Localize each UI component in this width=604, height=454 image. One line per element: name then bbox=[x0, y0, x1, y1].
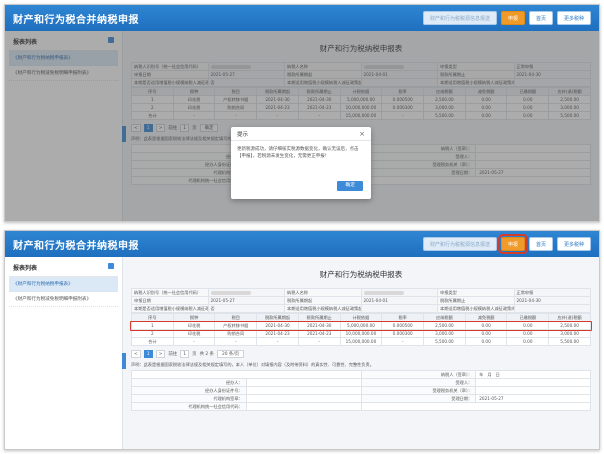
sidebar-title: 报表列表 bbox=[9, 263, 118, 277]
page-size-select[interactable]: 20 条/页 bbox=[216, 350, 245, 358]
table-row[interactable]: 2 印花税 购销合同 2021-04-23 2021-04-23 10,000,000.0… bbox=[131, 329, 591, 338]
form-area: 财产和行为税纳税申报表 纳税人识别号（统一社会信用代码） 纳税人名称 申报类型正… bbox=[123, 257, 599, 449]
more-tax-button[interactable]: 更多税种 bbox=[556, 11, 591, 25]
goto-page-input[interactable]: 1 bbox=[180, 350, 190, 358]
total-count: 共 2 条 bbox=[199, 352, 214, 357]
dialog-message: 更新税源成功，请仔细核实税源数据变化，确认无误后，点击【申报】，若税源未发生变化… bbox=[237, 147, 359, 159]
pagination: < 1 > 前往 1 页 共 2 条 20 条/页 bbox=[131, 350, 591, 358]
form-title: 财产和行为税纳税申报表 bbox=[319, 270, 403, 279]
sidebar-item-tax-form[interactable]: 《财产和行为税纳税申报表》 bbox=[9, 277, 118, 292]
tax-detail-table: 序号 税种 税目 税款所属期起 税款所属期止 计税依据 税率 应纳税额 减免税额 已缴税额 应补(退… bbox=[131, 313, 591, 346]
app-title: 财产和行为税合并纳税申报 bbox=[13, 14, 139, 26]
sidebar-item-exemption-form[interactable]: 《财产和行为税减免税明细申报附表》 bbox=[9, 292, 118, 307]
table-row[interactable]: 1 印花税 产权转移书据 2021-04-30 2021-04-30 5,000,000.… bbox=[131, 321, 591, 330]
home-button[interactable]: 首页 bbox=[528, 237, 553, 251]
prev-page-button[interactable]: < bbox=[131, 350, 141, 358]
screenshot-top: 财产和行为税合并纳税申报 财产和行为税税源信息报送 申报 首页 更多税种 报表列… bbox=[4, 4, 600, 222]
sidebar: 报表列表 《财产和行为税纳税申报表》 《财产和行为税减免税明细申报附表》 bbox=[5, 257, 126, 449]
table-total-row: 合计 - - - -15,000,000.00-5,500.00 0.00 0.00 5,50… bbox=[131, 337, 591, 346]
dialog-title: 提示 bbox=[237, 131, 249, 138]
close-icon[interactable]: × bbox=[359, 130, 365, 138]
next-page-button[interactable]: > bbox=[155, 350, 166, 358]
app-header: 财产和行为税合并纳税申报 财产和行为税税源信息报送 申报 首页 更多税种 bbox=[5, 5, 599, 31]
apply-button[interactable]: 申报 bbox=[497, 234, 528, 254]
screenshot-bottom: 财产和行为税合并纳税申报 财产和行为税税源信息报送 申报 首页 更多税种 报表列… bbox=[4, 230, 600, 450]
app-title: 财产和行为税合并纳税申报 bbox=[13, 240, 139, 252]
dialog-ok-button[interactable]: 确定 bbox=[337, 181, 363, 191]
apply-button[interactable]: 申报 bbox=[500, 11, 525, 25]
declaration-text: 声明：此表是根据国家税收法律法规及相关规定填写的，本人（单位）对填报内容（及附带… bbox=[131, 362, 374, 367]
prompt-dialog: 提示 × 更新税源成功，请仔细核实税源数据变化，确认无误后，点击【申报】，若税源… bbox=[231, 127, 371, 199]
table-header-row: 序号 税种 税目 税款所属期起 税款所属期止 计税依据 税率 应纳税额 减免税额 已缴税额 应补(退… bbox=[131, 313, 591, 322]
more-tax-button[interactable]: 更多税种 bbox=[556, 237, 591, 251]
menu-icon[interactable] bbox=[108, 263, 114, 269]
signature-table: 纳税人（签章）： 年 月 日 经办人： 受理人： 经办人身份证件号： 受理税务机关（… bbox=[131, 370, 591, 411]
tax-source-report-button[interactable]: 财产和行为税税源信息报送 bbox=[422, 237, 497, 251]
taxpayer-info-table: 纳税人识别号（统一社会信用代码） 纳税人名称 申报类型 正常申报 申报日期 2021… bbox=[131, 288, 591, 313]
page-number[interactable]: 1 bbox=[143, 350, 153, 358]
app-header: 财产和行为税合并纳税申报 财产和行为税税源信息报送 申报 首页 更多税种 bbox=[5, 231, 599, 257]
tax-source-report-button[interactable]: 财产和行为税税源信息报送 bbox=[422, 11, 497, 25]
home-button[interactable]: 首页 bbox=[528, 11, 553, 25]
